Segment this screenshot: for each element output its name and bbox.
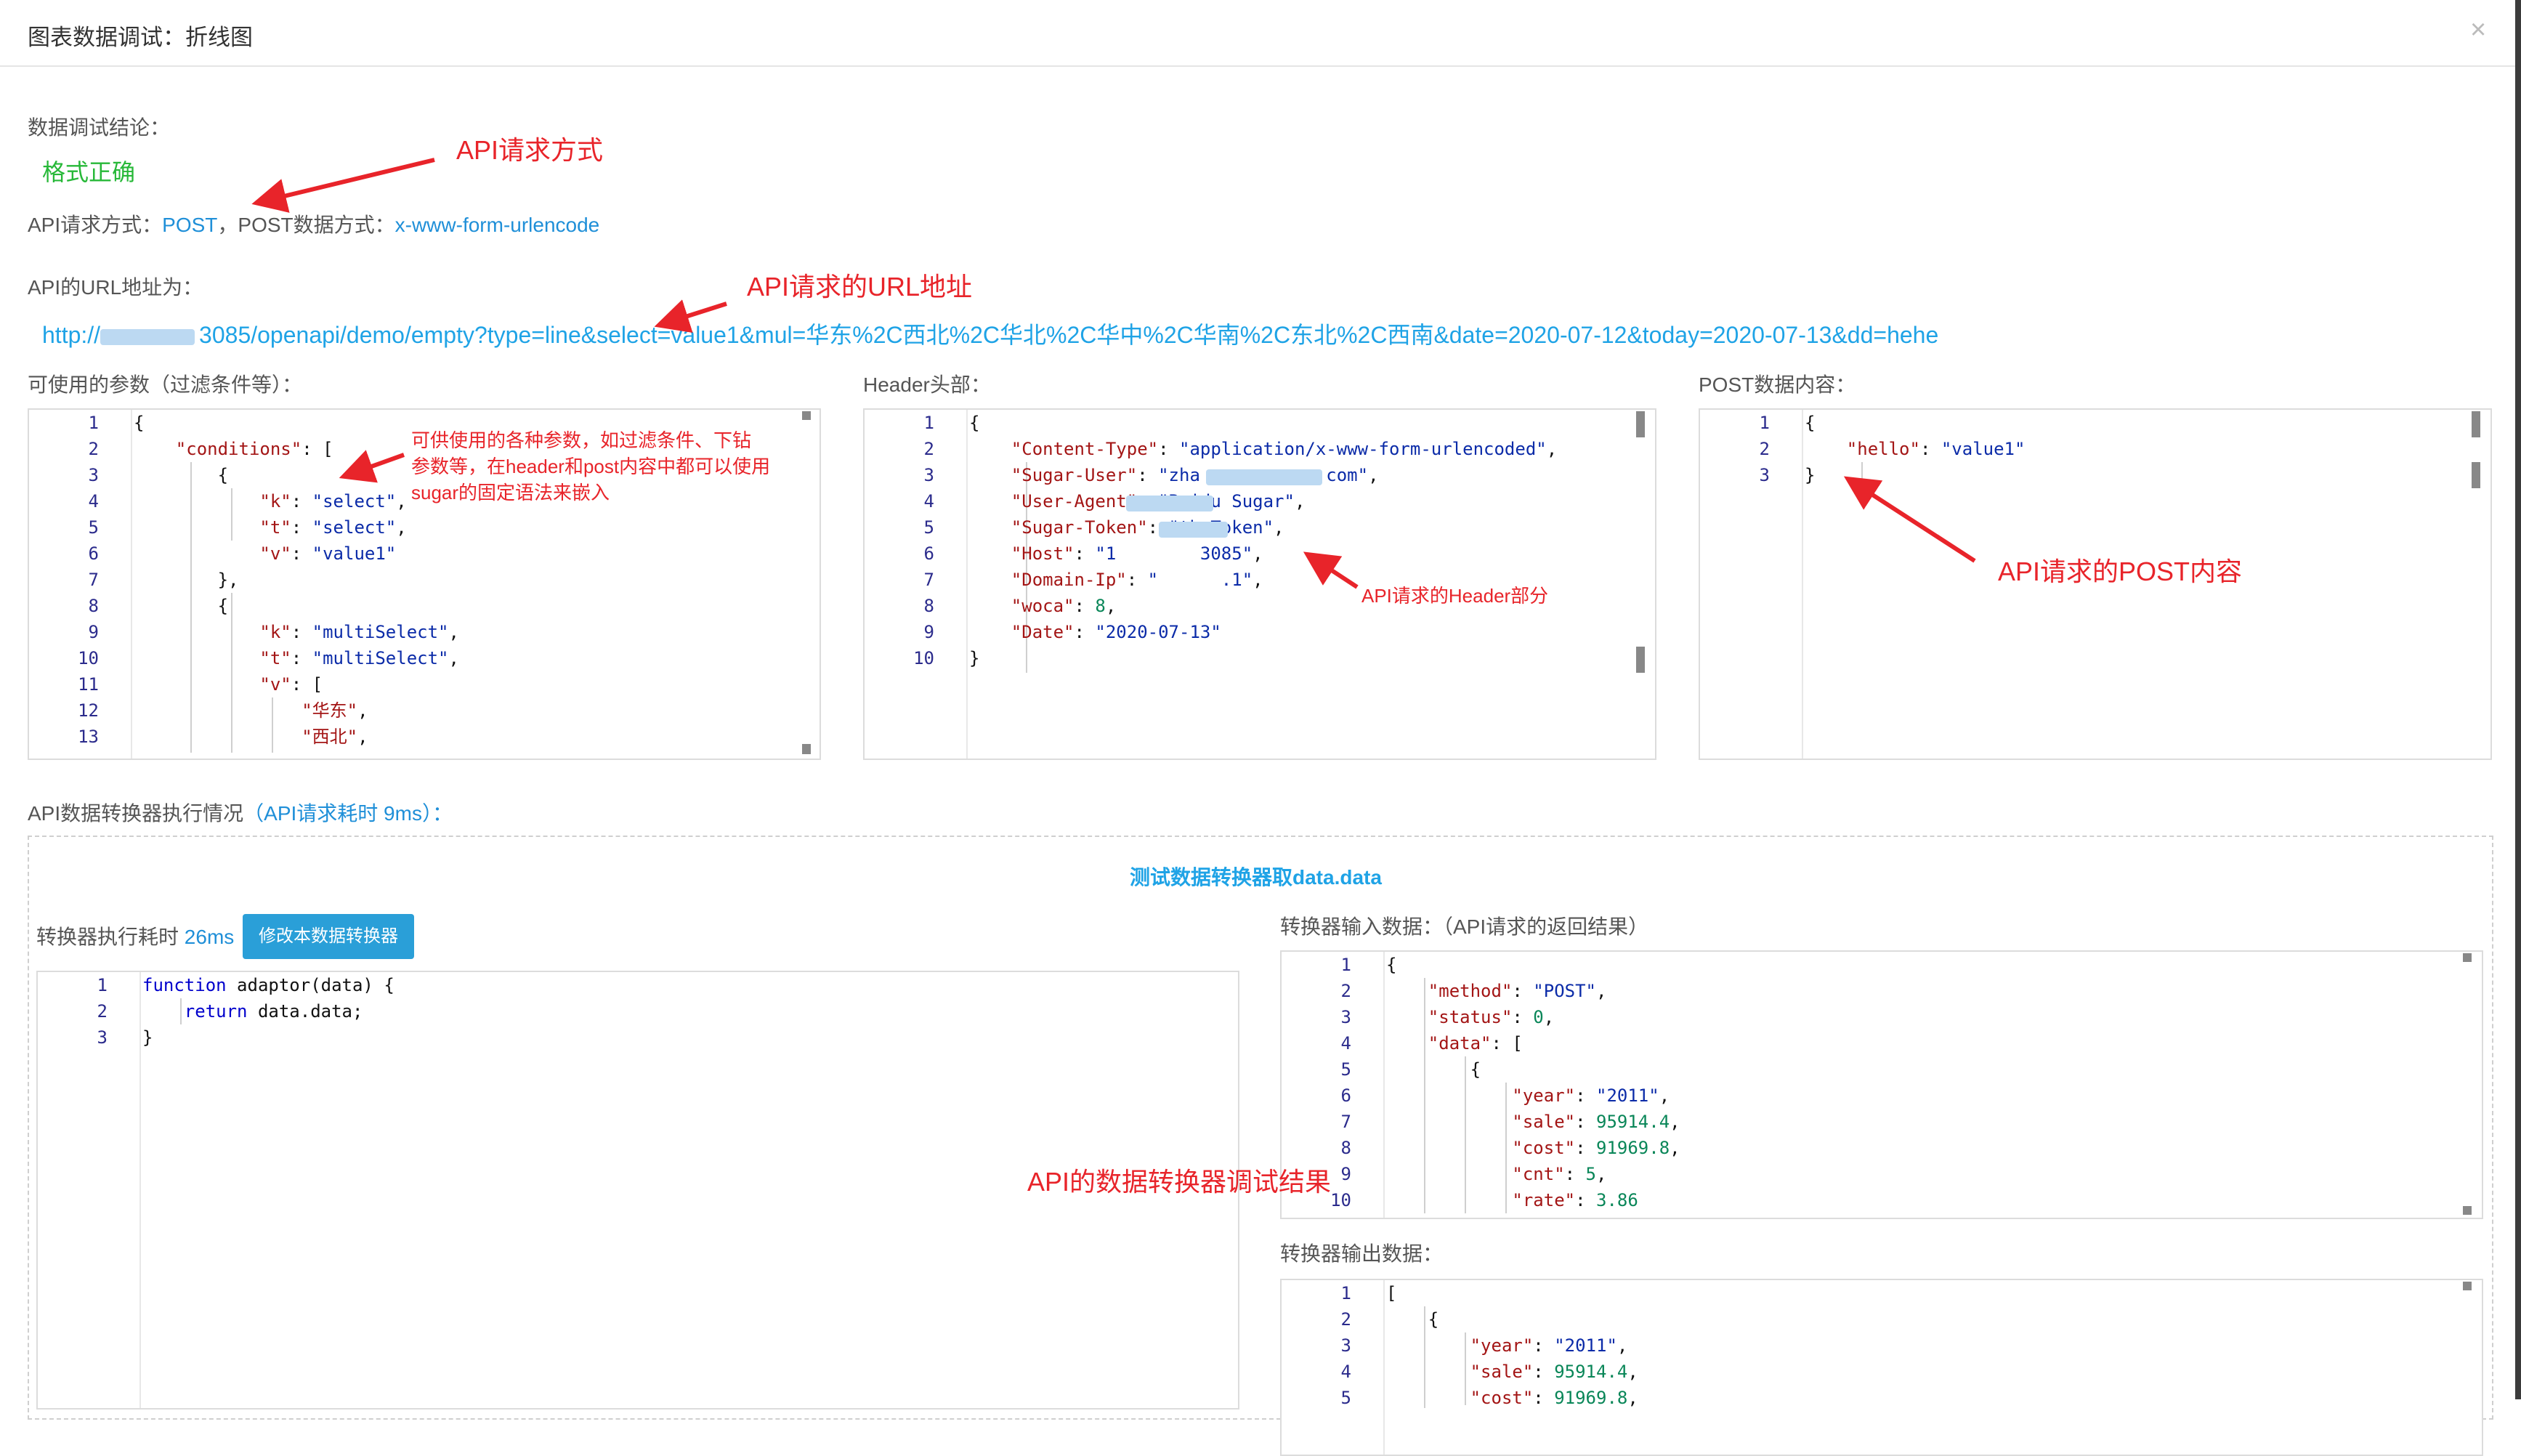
arrow-url — [654, 299, 727, 333]
arrow-post — [1843, 476, 1976, 563]
arrow-params — [339, 450, 405, 483]
arrow-header — [1303, 551, 1359, 589]
arrow-method — [251, 158, 435, 213]
annotation-arrows — [251, 158, 1976, 589]
